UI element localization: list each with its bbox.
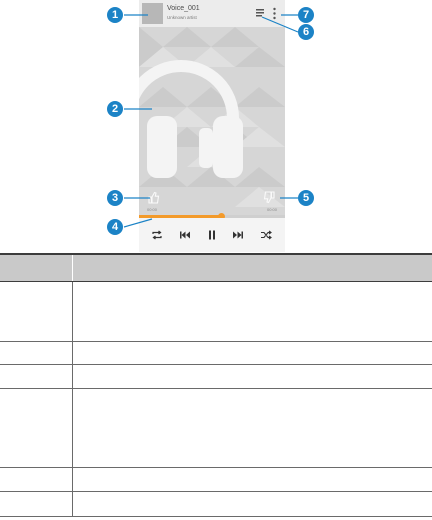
callout-4: 4 <box>107 219 123 235</box>
callout-5: 5 <box>298 190 314 206</box>
table-cell <box>72 364 432 389</box>
callout-description-table <box>0 253 432 517</box>
repeat-icon[interactable] <box>151 229 163 241</box>
thumbs-up-icon[interactable] <box>147 191 160 204</box>
table-row <box>0 364 432 389</box>
track-artist: Unknown artist <box>167 15 197 20</box>
shuffle-icon[interactable] <box>260 229 272 241</box>
table-header-cell <box>72 253 432 282</box>
headphones-art <box>139 60 243 178</box>
track-title: Voice_001 <box>167 5 200 12</box>
table-cell <box>72 491 432 517</box>
table-cell <box>72 388 432 468</box>
player-top-bar: Voice_001 Unknown artist <box>139 0 285 27</box>
table-header-row <box>0 253 432 282</box>
table-row <box>0 491 432 517</box>
table-cell <box>0 281 73 342</box>
playback-controls <box>139 218 285 252</box>
callout-7: 7 <box>298 7 314 23</box>
next-icon[interactable] <box>232 229 244 241</box>
table-header-cell <box>0 253 73 282</box>
table-row <box>0 281 432 342</box>
more-options-icon[interactable] <box>273 7 276 20</box>
table-cell <box>0 491 73 517</box>
thumbs-down-icon[interactable] <box>263 191 276 204</box>
pause-icon[interactable] <box>206 229 218 241</box>
table-cell <box>72 467 432 492</box>
callout-3: 3 <box>107 190 123 206</box>
callout-6: 6 <box>298 24 314 40</box>
callout-1: 1 <box>107 7 123 23</box>
table-cell <box>0 341 73 365</box>
table-cell <box>0 467 73 492</box>
playlist-icon[interactable] <box>256 9 264 17</box>
table-row <box>0 388 432 468</box>
table-row <box>0 341 432 365</box>
total-time: 00:00 <box>267 207 278 212</box>
table-cell <box>72 281 432 342</box>
previous-icon[interactable] <box>179 229 191 241</box>
callout-2: 2 <box>107 101 123 117</box>
table-cell <box>0 388 73 468</box>
elapsed-time: 00:00 <box>147 207 158 212</box>
table-cell <box>72 341 432 365</box>
music-player-screenshot: Voice_001 Unknown artist 00:00 00:00 <box>139 0 285 252</box>
album-art-thumbnail[interactable] <box>142 3 163 24</box>
table-cell <box>0 364 73 389</box>
table-row <box>0 467 432 492</box>
